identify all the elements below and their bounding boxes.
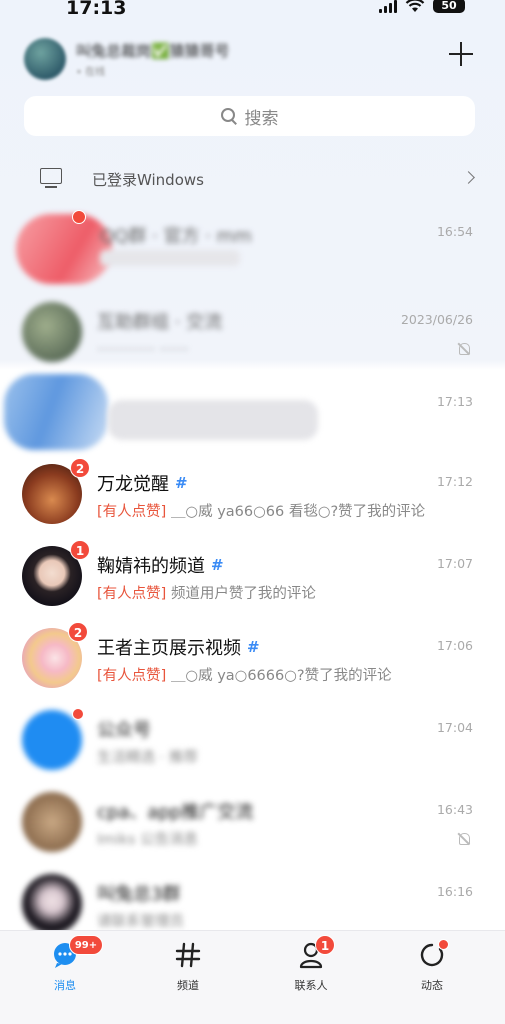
conversation-title: 公众号 xyxy=(97,720,151,741)
preview-text: ＿○威 ya66○66 看毯○?赞了我的评论 xyxy=(170,504,426,520)
unread-dot xyxy=(72,708,84,720)
conversation-preview: 请联系管理员 xyxy=(97,914,184,930)
conversation-title: 鞠婧祎的频道 # xyxy=(97,552,224,578)
conversation-row[interactable]: 2 万龙觉醒 # [有人点赞] ＿○威 ya66○66 看毯○?赞了我的评论 1… xyxy=(0,450,505,532)
conversation-time: 17:13 xyxy=(436,394,473,409)
channel-hash-icon: # xyxy=(211,556,224,574)
conversation-time: 17:12 xyxy=(436,474,473,489)
signal-icon xyxy=(379,0,397,13)
battery-icon: 50 xyxy=(433,0,465,13)
conversation-preview: 生活精选 · 推荐 xyxy=(97,750,198,766)
conversation-title: QQ群 · 官方 · mm xyxy=(100,226,252,247)
conversation-row[interactable]: 1 鞠婧祎的频道 # [有人点赞] 频道用户赞了我的评论 17:07 xyxy=(0,532,505,614)
search-bar[interactable]: 搜索 xyxy=(24,96,475,136)
conversation-avatar xyxy=(4,374,108,450)
conversation-title: 叫兔总3群 xyxy=(97,884,181,905)
conversation-time: 17:04 xyxy=(436,720,473,735)
wifi-icon xyxy=(405,0,425,12)
conversation-title-text: 王者主页展示视频 xyxy=(97,638,241,659)
unread-badge: 1 xyxy=(315,935,335,955)
tab-label: 消息 xyxy=(54,979,76,992)
conversation-row[interactable]: 互助群组 · 交流 ………… …… 2023/06/26 xyxy=(0,288,505,370)
chevron-right-icon xyxy=(462,171,475,184)
conversation-title: 王者主页展示视频 # xyxy=(97,634,260,660)
tab-moments[interactable]: 动态 xyxy=(392,939,472,993)
channel-hash-icon: # xyxy=(175,474,188,492)
conversation-avatar xyxy=(22,710,82,770)
conversation-time: 16:16 xyxy=(436,884,473,899)
hash-icon xyxy=(174,941,202,969)
unread-badge: 2 xyxy=(70,458,90,478)
tab-label: 动态 xyxy=(421,979,443,992)
conversation-row[interactable]: 公众号 生活精选 · 推荐 17:04 xyxy=(0,696,505,778)
search-icon xyxy=(220,108,237,124)
conversation-avatar xyxy=(22,874,82,934)
conversation-title: cpa、app推广交流 xyxy=(97,802,254,823)
device-login-label: 已登录Windows xyxy=(92,171,204,189)
device-login-row[interactable]: 已登录Windows xyxy=(0,160,505,198)
mute-bell-icon xyxy=(457,342,471,356)
conversation-title-text: 万龙觉醒 xyxy=(97,474,169,495)
moments-ring-icon xyxy=(418,939,449,969)
chat-bubble-icon: 99+ xyxy=(51,935,103,969)
tab-messages[interactable]: 99+ 消息 xyxy=(25,935,105,993)
conversation-time: 17:07 xyxy=(436,556,473,571)
unread-badge: 1 xyxy=(70,540,90,560)
conversation-preview: [有人点赞] ＿○威 ya66○66 看毯○?赞了我的评论 xyxy=(97,500,425,521)
search-placeholder: 搜索 xyxy=(244,108,279,129)
mute-bell-icon xyxy=(457,832,471,846)
conversation-preview: [有人点赞] ＿○威 ya○6666○?赞了我的评论 xyxy=(97,664,392,685)
conversation-row[interactable]: 2 王者主页展示视频 # [有人点赞] ＿○威 ya○6666○?赞了我的评论 … xyxy=(0,614,505,696)
like-tag: [有人点赞] xyxy=(97,586,167,602)
conversation-preview xyxy=(100,250,240,266)
conversation-row[interactable]: 17:13 xyxy=(0,370,505,456)
profile-name[interactable]: 叫兔总裁岗✅猿猿哥号 xyxy=(76,40,230,61)
status-time: 17:13 xyxy=(66,0,127,19)
like-tag: [有人点赞] xyxy=(97,504,167,520)
conversation-avatar xyxy=(22,792,82,852)
conversation-time: 16:43 xyxy=(436,802,473,817)
unread-badge: 2 xyxy=(68,622,88,642)
conversation-row[interactable]: QQ群 · 官方 · mm 16:54 xyxy=(0,200,505,284)
unread-dot xyxy=(438,939,449,950)
conversation-preview xyxy=(108,400,318,440)
conversation-avatar xyxy=(22,302,82,362)
add-icon[interactable] xyxy=(449,42,473,66)
header: 叫兔总裁岗✅猿猿哥号 • 在线 xyxy=(0,30,505,90)
profile-status: • 在线 xyxy=(76,67,106,78)
unread-badge: 99+ xyxy=(69,935,103,955)
conversation-avatar xyxy=(16,214,112,284)
status-bar: 17:13 50 xyxy=(0,0,505,22)
conversation-preview: ………… …… xyxy=(97,338,189,354)
tab-label: 联系人 xyxy=(294,979,328,992)
conversation-time: 16:54 xyxy=(436,224,473,239)
conversation-time: 2023/06/26 xyxy=(400,312,473,327)
conversation-title: 万龙觉醒 # xyxy=(97,470,188,496)
tab-label: 频道 xyxy=(177,979,199,992)
tab-channels[interactable]: 频道 xyxy=(148,941,228,993)
conversation-time: 17:06 xyxy=(436,638,473,653)
bottom-tab-bar: 99+ 消息 频道 1 联系人 动态 xyxy=(0,930,505,1024)
like-tag: [有人点赞] xyxy=(97,668,167,684)
preview-text: 频道用户赞了我的评论 xyxy=(170,586,316,602)
channel-hash-icon: # xyxy=(247,638,260,656)
conversation-title-text: 鞠婧祎的频道 xyxy=(97,556,205,577)
monitor-icon xyxy=(40,168,62,190)
conversation-preview: Imiks 公告消息 xyxy=(97,832,198,848)
profile-avatar[interactable] xyxy=(24,38,66,80)
conversation-title: 互助群组 · 交流 xyxy=(97,312,223,333)
preview-text: ＿○威 ya○6666○?赞了我的评论 xyxy=(170,668,392,684)
status-icons: 50 xyxy=(379,0,465,13)
tab-contacts[interactable]: 1 联系人 xyxy=(271,935,351,993)
person-icon: 1 xyxy=(297,935,335,969)
conversation-preview: [有人点赞] 频道用户赞了我的评论 xyxy=(97,582,316,603)
unread-dot xyxy=(72,210,86,224)
conversation-row[interactable]: cpa、app推广交流 Imiks 公告消息 16:43 xyxy=(0,778,505,860)
